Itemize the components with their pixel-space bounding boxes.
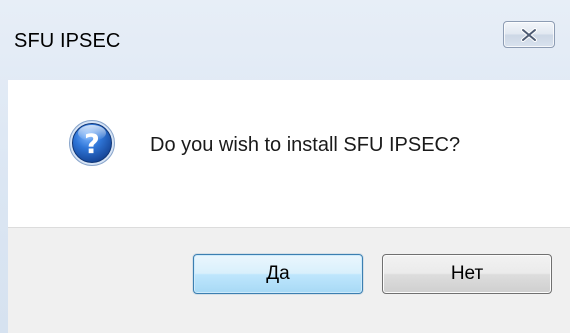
button-bar: Да Нет: [8, 227, 570, 333]
dialog-message: Do you wish to install SFU IPSEC?: [150, 134, 461, 156]
close-icon: [521, 27, 537, 42]
yes-button[interactable]: Да: [193, 254, 363, 294]
svg-text:?: ?: [84, 129, 100, 160]
window-title: SFU IPSEC: [14, 30, 121, 52]
dialog-window: SFU IPSEC ? Do you wish to install SFU I…: [0, 0, 570, 333]
close-button[interactable]: [503, 21, 555, 48]
no-button[interactable]: Нет: [382, 254, 552, 294]
dialog-content: ? Do you wish to install SFU IPSEC?: [8, 80, 570, 227]
title-bar[interactable]: SFU IPSEC: [0, 0, 570, 80]
question-icon: ?: [69, 120, 115, 166]
